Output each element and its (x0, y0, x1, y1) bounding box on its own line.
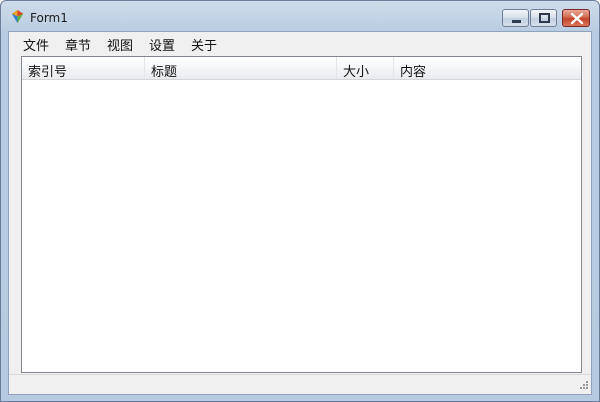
menu-about[interactable]: 关于 (191, 35, 217, 54)
app-window: Form1 文件 章节 视图 设置 关于 索引号 标题 大小 内容 (0, 0, 600, 402)
column-header-index[interactable]: 索引号 (22, 57, 145, 80)
column-header-label: 大小 (343, 65, 370, 80)
list-header: 索引号 标题 大小 内容 (22, 57, 581, 80)
maximize-icon (539, 13, 550, 23)
column-header-label: 内容 (400, 65, 427, 80)
column-header-label: 索引号 (28, 65, 68, 80)
title-bar[interactable]: Form1 (1, 1, 599, 31)
menu-settings[interactable]: 设置 (149, 35, 175, 54)
list-view[interactable]: 索引号 标题 大小 内容 (21, 56, 582, 373)
column-header-label: 标题 (151, 65, 178, 80)
minimize-button[interactable] (502, 9, 529, 27)
client-area: 文件 章节 视图 设置 关于 索引号 标题 大小 内容 (8, 31, 592, 395)
column-header-title[interactable]: 标题 (145, 57, 337, 80)
menu-file[interactable]: 文件 (23, 35, 49, 54)
status-bar (9, 374, 591, 394)
app-logo-icon (11, 9, 24, 24)
window-title: Form1 (30, 11, 68, 25)
minimize-icon (512, 20, 521, 23)
menu-view[interactable]: 视图 (107, 35, 133, 54)
maximize-button[interactable] (530, 9, 557, 27)
column-header-size[interactable]: 大小 (337, 57, 394, 80)
close-button[interactable] (562, 9, 590, 27)
close-icon (570, 12, 584, 25)
resize-grip-icon[interactable] (577, 380, 589, 392)
column-header-content[interactable]: 内容 (394, 57, 581, 80)
menu-bar: 文件 章节 视图 设置 关于 (9, 32, 591, 54)
menu-chapter[interactable]: 章节 (65, 35, 91, 54)
